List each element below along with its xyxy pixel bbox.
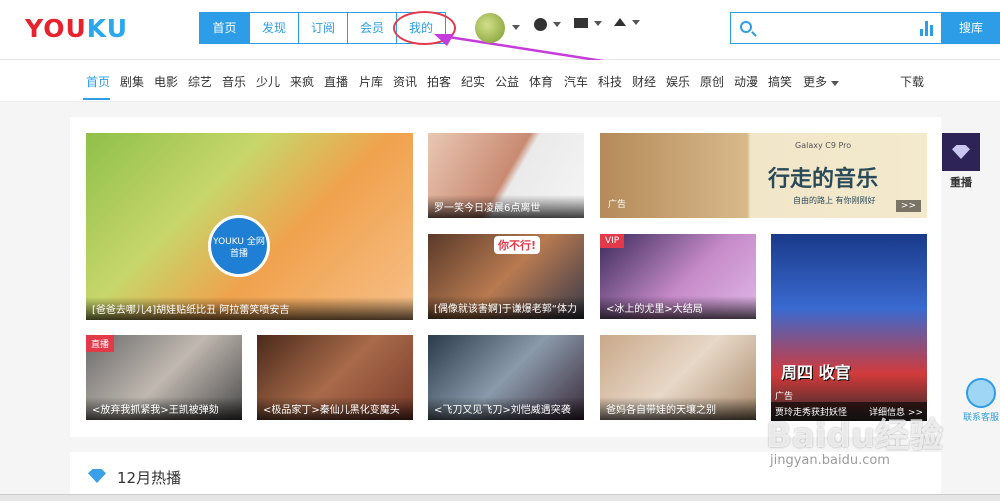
video-tile[interactable]: 直播 <放弃我抓紧我>王凯被弹劾	[86, 335, 242, 420]
tile-caption: <冰上的尤里>大结局	[600, 296, 756, 319]
replay-label: 重播	[950, 176, 972, 189]
active-channel-indicator	[83, 98, 110, 100]
video-tile[interactable]: <飞刀又见飞刀>刘恺威遇突袭	[428, 335, 584, 420]
channel-variety[interactable]: 综艺	[188, 73, 212, 90]
more-button[interactable]: >>	[895, 200, 921, 212]
clock-icon	[534, 18, 547, 31]
horizontal-scrollbar[interactable]	[0, 494, 1000, 501]
channel-paike[interactable]: 拍客	[427, 73, 451, 90]
video-tile[interactable]: VIP <冰上的尤里>大结局	[600, 234, 756, 319]
channel-finance[interactable]: 财经	[632, 73, 656, 90]
user-avatar[interactable]	[475, 13, 505, 43]
youku-logo[interactable]: YOUKU	[25, 14, 128, 43]
featured-tile-large[interactable]: YOUKU 全网首播 [爸爸去哪儿4]胡娃贴纸比丑 阿拉蕾笑喷安吉	[86, 133, 413, 320]
tile-caption: [爸爸去哪儿4]胡娃贴纸比丑 阿拉蕾笑喷安吉	[86, 297, 413, 320]
trending-bars-icon[interactable]	[920, 21, 933, 36]
upload-button[interactable]	[614, 18, 640, 26]
channel-music[interactable]: 音乐	[222, 73, 246, 90]
channel-drama[interactable]: 剧集	[120, 73, 144, 90]
upload-icon	[614, 18, 626, 26]
tile-caption: 罗一笑今日凌晨6点离世	[428, 195, 584, 218]
replay-widget[interactable]: 重播	[942, 133, 980, 190]
featured-panel: YOUKU 全网首播 [爸爸去哪儿4]胡娃贴纸比丑 阿拉蕾笑喷安吉 罗一笑今日凌…	[70, 117, 941, 437]
channel-live[interactable]: 直播	[324, 73, 348, 90]
tab-home[interactable]: 首页	[200, 13, 249, 43]
vip-tag: VIP	[600, 234, 625, 248]
tile-caption: 爸妈各自带娃的天壤之别	[600, 397, 756, 420]
diamond-icon	[88, 469, 106, 483]
chevron-down-icon	[553, 22, 561, 27]
channel-sports[interactable]: 体育	[529, 73, 553, 90]
channel-laifeng[interactable]: 来疯	[290, 73, 314, 90]
channel-kids[interactable]: 少儿	[256, 73, 280, 90]
channel-nav: 首页 剧集 电影 综艺 音乐 少儿 来疯 直播 片库 资讯 拍客 纪实 公益 体…	[0, 60, 1000, 102]
tile-caption: <放弃我抓紧我>王凯被弹劾	[86, 397, 242, 420]
ad-label: 广告	[608, 200, 627, 210]
chevron-down-icon	[830, 81, 839, 86]
chevron-down-icon	[594, 20, 602, 26]
ad-brand: Galaxy C9 Pro	[795, 141, 852, 150]
video-tile[interactable]: 爸妈各自带娃的天壤之别	[600, 335, 756, 420]
envelope-icon	[574, 18, 588, 28]
ad-tile-tall[interactable]: 周四 收官 广告 贾玲走秀获封妖怪 详细信息 >>	[771, 234, 927, 421]
banner-text: 周四 收官	[781, 363, 851, 382]
search-button[interactable]: 搜库	[942, 12, 1000, 44]
download-link[interactable]: 下载	[900, 73, 924, 90]
search-icon	[740, 21, 752, 33]
search-input[interactable]	[759, 17, 909, 39]
video-tile[interactable]: 你不行! [偶像就该害婀]于谦爆老郭“体力	[428, 234, 584, 319]
channel-funny[interactable]: 搞笑	[768, 73, 792, 90]
ad-subline: 自由的路上 有你刚刚好	[793, 196, 876, 205]
channel-news[interactable]: 资讯	[393, 73, 417, 90]
messages-button[interactable]	[574, 18, 602, 28]
search-box	[730, 12, 942, 44]
channel-anime[interactable]: 动漫	[734, 73, 758, 90]
top-header: YOUKU 首页 发现 订阅 会员 我的 搜库	[0, 0, 1000, 68]
ad-headline: 行走的音乐	[768, 167, 879, 192]
customer-service-widget[interactable]: 联系客服	[962, 378, 1000, 423]
channel-tech[interactable]: 科技	[598, 73, 622, 90]
tab-subscribe[interactable]: 订阅	[298, 13, 347, 43]
video-tile[interactable]: 罗一笑今日凌晨6点离世	[428, 133, 584, 218]
channel-entertainment[interactable]: 娱乐	[666, 73, 690, 90]
avatar-dropdown-icon[interactable]	[512, 25, 520, 30]
tab-discover[interactable]: 发现	[249, 13, 298, 43]
tab-vip[interactable]: 会员	[347, 13, 396, 43]
baidu-watermark-url: jingyan.baidu.com	[770, 453, 890, 468]
chevron-down-icon	[632, 19, 640, 25]
live-tag: 直播	[86, 335, 115, 352]
channel-charity[interactable]: 公益	[495, 73, 519, 90]
speech-bubble: 你不行!	[494, 236, 541, 254]
channel-documentary[interactable]: 纪实	[461, 73, 485, 90]
channel-more[interactable]: 更多	[803, 73, 839, 90]
ad-tile[interactable]: Galaxy C9 Pro 行走的音乐 自由的路上 有你刚刚好 广告 >>	[600, 133, 927, 218]
channel-home[interactable]: 首页	[86, 73, 110, 90]
section-title: 12月热播	[117, 469, 182, 487]
service-label: 联系客服	[962, 413, 999, 423]
channel-movie[interactable]: 电影	[154, 73, 178, 90]
youku-badge: YOUKU 全网首播	[208, 215, 270, 277]
video-tile[interactable]: <极品家丁>秦仙儿黑化变魔头	[257, 335, 413, 420]
tile-caption: <极品家丁>秦仙儿黑化变魔头	[257, 397, 413, 420]
channel-original[interactable]: 原创	[700, 73, 724, 90]
history-button[interactable]	[534, 18, 561, 31]
baidu-watermark: Baidu经验	[766, 416, 944, 456]
tile-caption: [偶像就该害婀]于谦爆老郭“体力	[428, 296, 584, 319]
channel-auto[interactable]: 汽车	[564, 73, 588, 90]
chat-bubble-icon	[966, 378, 996, 408]
ad-label: 广告	[775, 392, 794, 402]
diamond-icon	[942, 133, 980, 171]
tile-caption: <飞刀又见飞刀>刘恺威遇突袭	[428, 397, 584, 420]
channel-library[interactable]: 片库	[359, 73, 383, 90]
